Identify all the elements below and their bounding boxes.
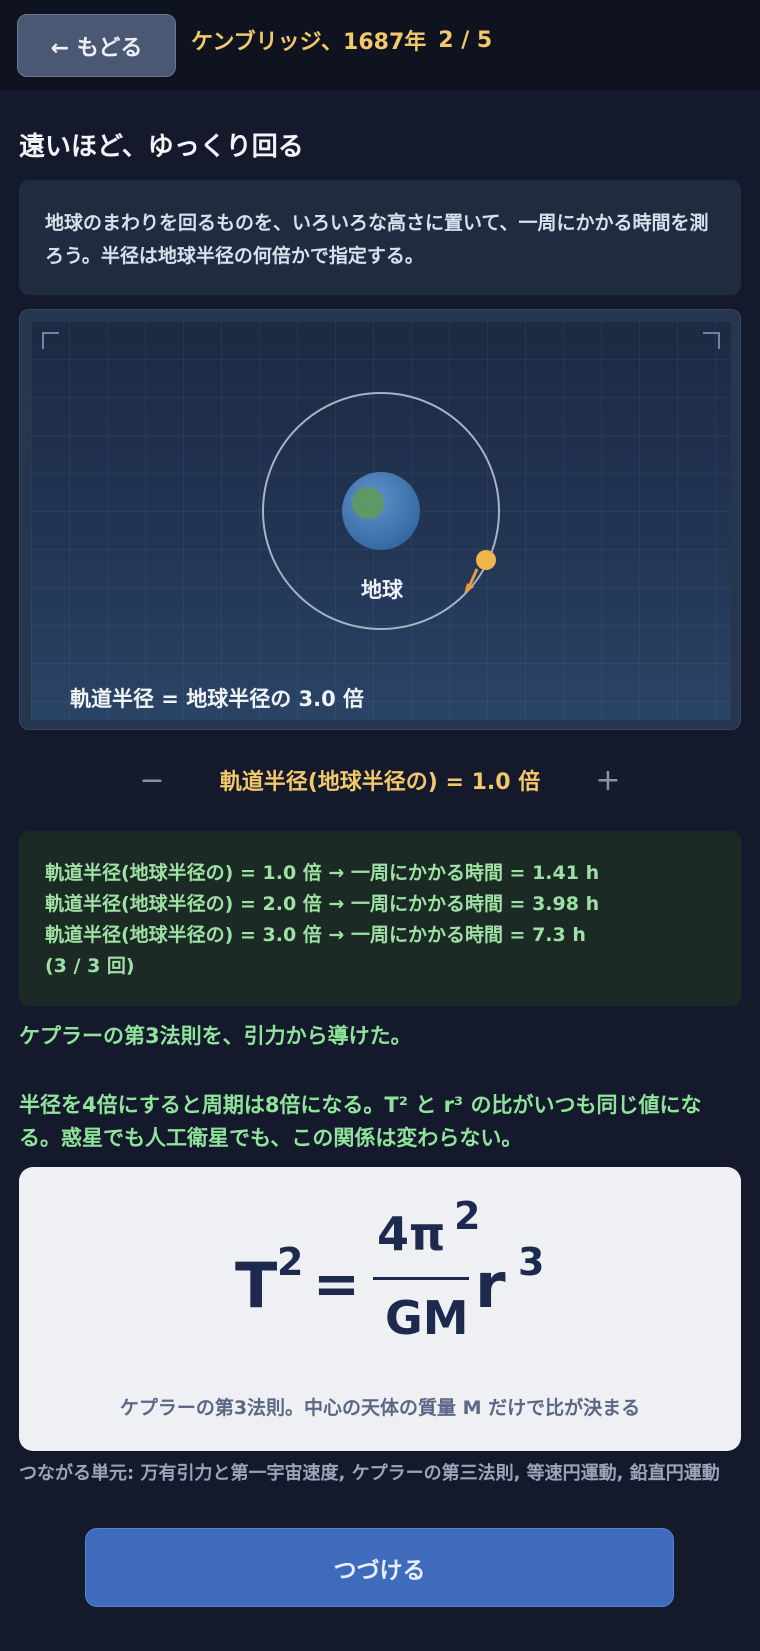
result-headline: ケプラーの第3法則を、引力から導けた。 <box>19 1024 412 1048</box>
satellite-icon <box>476 550 496 570</box>
increase-button[interactable]: + <box>568 745 648 815</box>
log-entry: 軌道半径(地球半径の) = 2.0 倍 → 一周にかかる時間 = 3.98 h <box>45 893 600 915</box>
formula-equals: = <box>313 1252 360 1317</box>
header-title: ケンブリッジ、1687年 2 / 5 <box>191 22 492 58</box>
orbit-simulation-canvas: 地球 軌道半径 = 地球半径の 3.0 倍 <box>31 321 731 720</box>
earth-continent <box>352 487 384 519</box>
orbit-radius-value: 軌道半径(地球半径の) = 1.0 倍 <box>219 770 541 795</box>
formula-numerator: 4π <box>377 1207 446 1261</box>
top-bar: ← もどる ケンブリッジ、1687年 2 / 5 <box>0 0 760 90</box>
formula-period-exponent: 2 <box>277 1240 304 1284</box>
trial-count: (3 / 3 回) <box>45 955 135 977</box>
orbit-diagram <box>42 332 720 630</box>
formula-caption: ケプラーの第3法則。中心の天体の質量 M だけで比が決まる <box>119 1397 641 1419</box>
corner-mark-top-right <box>703 332 720 349</box>
related-units: つながる単元: 万有引力と第一宇宙速度, ケプラーの第三法則, 等速円運動, 鉛… <box>19 1463 720 1484</box>
intro-text: 地球のまわりを回るものを、いろいろな高さに置いて、一周にかかる時間を測ろう。半径… <box>19 180 741 295</box>
continue-button[interactable]: つづける <box>85 1528 674 1607</box>
orbit-simulation-panel: 地球 軌道半径 = 地球半径の 3.0 倍 <box>19 309 741 730</box>
result-detail: 半径を4倍にすると周期は8倍になる。T² と r³ の比がいつも同じ値になる。惑… <box>19 1093 702 1150</box>
formula-numerator-exponent: 2 <box>454 1194 481 1238</box>
formula-fraction-bar <box>373 1277 469 1280</box>
formula-radius-exponent: 3 <box>518 1240 545 1284</box>
progress-counter: 2 / 5 <box>438 27 493 53</box>
log-entry: 軌道半径(地球半径の) = 1.0 倍 → 一周にかかる時間 = 1.41 h <box>45 862 600 884</box>
corner-mark-top-left <box>42 332 59 349</box>
decrease-button[interactable]: − <box>112 745 192 815</box>
formula-denominator: GM <box>385 1291 469 1345</box>
formula-card: T 2 = 4π 2 GM r 3 ケプラーの第3法則。中心の天体の質量 M だ… <box>19 1167 741 1451</box>
log-entry: 軌道半径(地球半径の) = 3.0 倍 → 一周にかかる時間 = 7.3 h <box>45 924 586 946</box>
measurement-log: 軌道半径(地球半径の) = 1.0 倍 → 一周にかかる時間 = 1.41 h … <box>19 831 741 1006</box>
orbit-radius-stepper: − 軌道半径(地球半径の) = 1.0 倍 + <box>112 745 648 815</box>
lesson-title: 遠いほど、ゆっくり回る <box>19 132 304 162</box>
earth-label: 地球 <box>361 578 403 602</box>
orbit-readout: 軌道半径 = 地球半径の 3.0 倍 <box>70 687 365 711</box>
kepler-third-law-formula: T 2 = 4π 2 GM r 3 <box>19 1197 741 1367</box>
formula-radius: r <box>475 1249 506 1322</box>
place-year-label: ケンブリッジ、1687年 <box>191 30 427 55</box>
formula-period: T <box>235 1249 278 1322</box>
back-button[interactable]: ← もどる <box>17 14 176 77</box>
